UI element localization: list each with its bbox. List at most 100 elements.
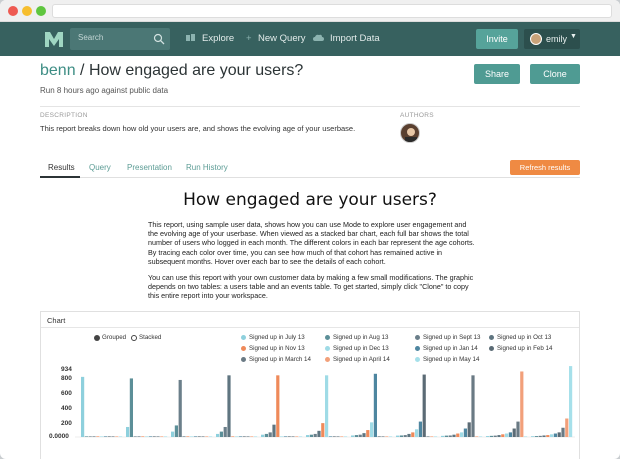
chart-bar[interactable] [332, 436, 336, 437]
chart-bar[interactable] [422, 374, 426, 437]
chart-bar[interactable] [373, 373, 377, 437]
nav-link-explore[interactable]: Explore [202, 33, 234, 44]
tab-results[interactable]: Results [48, 163, 75, 172]
chart-bar[interactable] [403, 435, 407, 437]
chart-bar[interactable] [370, 422, 374, 437]
chart-bar[interactable] [505, 433, 509, 437]
chart-bar[interactable] [261, 434, 265, 437]
stacked-radio[interactable] [131, 335, 137, 341]
legend-swatch[interactable] [325, 335, 330, 340]
chart-bar[interactable] [479, 436, 483, 437]
chart-bar[interactable] [501, 434, 505, 437]
legend-swatch[interactable] [325, 346, 330, 351]
chart-bar[interactable] [396, 435, 400, 437]
chart-bar[interactable] [216, 433, 220, 437]
chart-bar[interactable] [250, 436, 254, 437]
tab-run-history[interactable]: Run History [186, 163, 228, 172]
legend-swatch[interactable] [415, 335, 420, 340]
chart-bar[interactable] [156, 436, 160, 437]
chart-bar[interactable] [272, 424, 276, 437]
chart-bar[interactable] [565, 418, 569, 437]
chart-bar[interactable] [193, 436, 197, 437]
chart-bar[interactable] [520, 371, 524, 437]
chart-bar[interactable] [542, 435, 546, 437]
chart-bar[interactable] [561, 427, 565, 437]
chart-bar[interactable] [328, 436, 332, 437]
legend-swatch[interactable] [325, 357, 330, 362]
chart-bar[interactable] [209, 436, 213, 437]
chart-bar[interactable] [531, 436, 535, 437]
chart-bar[interactable] [299, 436, 303, 437]
legend-swatch[interactable] [489, 346, 494, 351]
chart-bar[interactable] [164, 436, 168, 437]
chart-bar[interactable] [186, 436, 190, 437]
chart-bar[interactable] [448, 435, 452, 437]
chart-bar[interactable] [103, 436, 107, 437]
chart-bar[interactable] [508, 432, 512, 437]
chart-bar[interactable] [325, 375, 329, 437]
minimize-window-button[interactable] [22, 6, 32, 16]
chart-bar[interactable] [493, 435, 497, 437]
chart-bar[interactable] [467, 422, 471, 437]
chart-bar[interactable] [546, 435, 550, 437]
chart-bar[interactable] [276, 375, 280, 437]
clone-button[interactable]: Clone [530, 64, 580, 84]
chart-bar[interactable] [171, 431, 175, 437]
chart-bar[interactable] [306, 435, 310, 437]
chart-bar[interactable] [441, 435, 445, 437]
chart-bar[interactable] [141, 436, 145, 437]
chart-bar[interactable] [524, 436, 528, 437]
chart-bar[interactable] [358, 434, 362, 437]
chart-bar[interactable] [115, 436, 119, 437]
author-avatar[interactable] [400, 123, 420, 143]
chart-bar[interactable] [223, 426, 227, 437]
invite-button[interactable]: Invite [476, 29, 518, 49]
chart-bar[interactable] [399, 435, 403, 437]
chart-bar[interactable] [174, 425, 178, 437]
chart-bar[interactable] [321, 423, 325, 437]
chart-bar[interactable] [340, 436, 344, 437]
chart-bar[interactable] [512, 428, 516, 437]
chart-bar[interactable] [190, 436, 194, 437]
maximize-window-button[interactable] [36, 6, 46, 16]
chart-bar[interactable] [227, 375, 231, 437]
chart-bar[interactable] [197, 436, 201, 437]
chart-bar[interactable] [81, 376, 85, 437]
chart-bar[interactable] [246, 436, 250, 437]
chart-bar[interactable] [550, 434, 554, 437]
chart-bar[interactable] [96, 436, 100, 437]
chart-bar[interactable] [238, 436, 242, 437]
chart-bar[interactable] [126, 426, 130, 437]
grouped-radio[interactable] [94, 335, 100, 341]
chart-bar[interactable] [88, 436, 92, 437]
chart-bar[interactable] [235, 436, 239, 437]
chart-bar[interactable] [475, 436, 479, 437]
chart-bar[interactable] [100, 436, 104, 437]
chart-bar[interactable] [313, 433, 317, 437]
chart-bar[interactable] [287, 436, 291, 437]
chart-bar[interactable] [557, 432, 561, 437]
chart-bar[interactable] [317, 430, 321, 437]
chart-bar[interactable] [178, 379, 182, 437]
chart-bar[interactable] [407, 433, 411, 437]
legend-swatch[interactable] [241, 335, 246, 340]
search-icon[interactable] [153, 33, 165, 45]
chart-bar[interactable] [160, 436, 164, 437]
chart-bar[interactable] [538, 435, 542, 437]
legend-swatch[interactable] [415, 357, 420, 362]
close-window-button[interactable] [8, 6, 18, 16]
chart-bar[interactable] [119, 436, 123, 437]
chart-bar[interactable] [309, 434, 313, 437]
chart-bar[interactable] [377, 436, 381, 437]
chart-bar[interactable] [569, 366, 573, 437]
chart-bar[interactable] [291, 436, 295, 437]
chart-bar[interactable] [456, 433, 460, 437]
chart-bar[interactable] [434, 436, 438, 437]
chart-bar[interactable] [129, 378, 133, 437]
tab-presentation[interactable]: Presentation [127, 163, 172, 172]
chart-bar[interactable] [295, 436, 299, 437]
chart-bar[interactable] [107, 436, 111, 437]
chart-bar[interactable] [145, 436, 149, 437]
chart-bar[interactable] [463, 428, 467, 437]
org-link[interactable]: benn [40, 62, 76, 79]
